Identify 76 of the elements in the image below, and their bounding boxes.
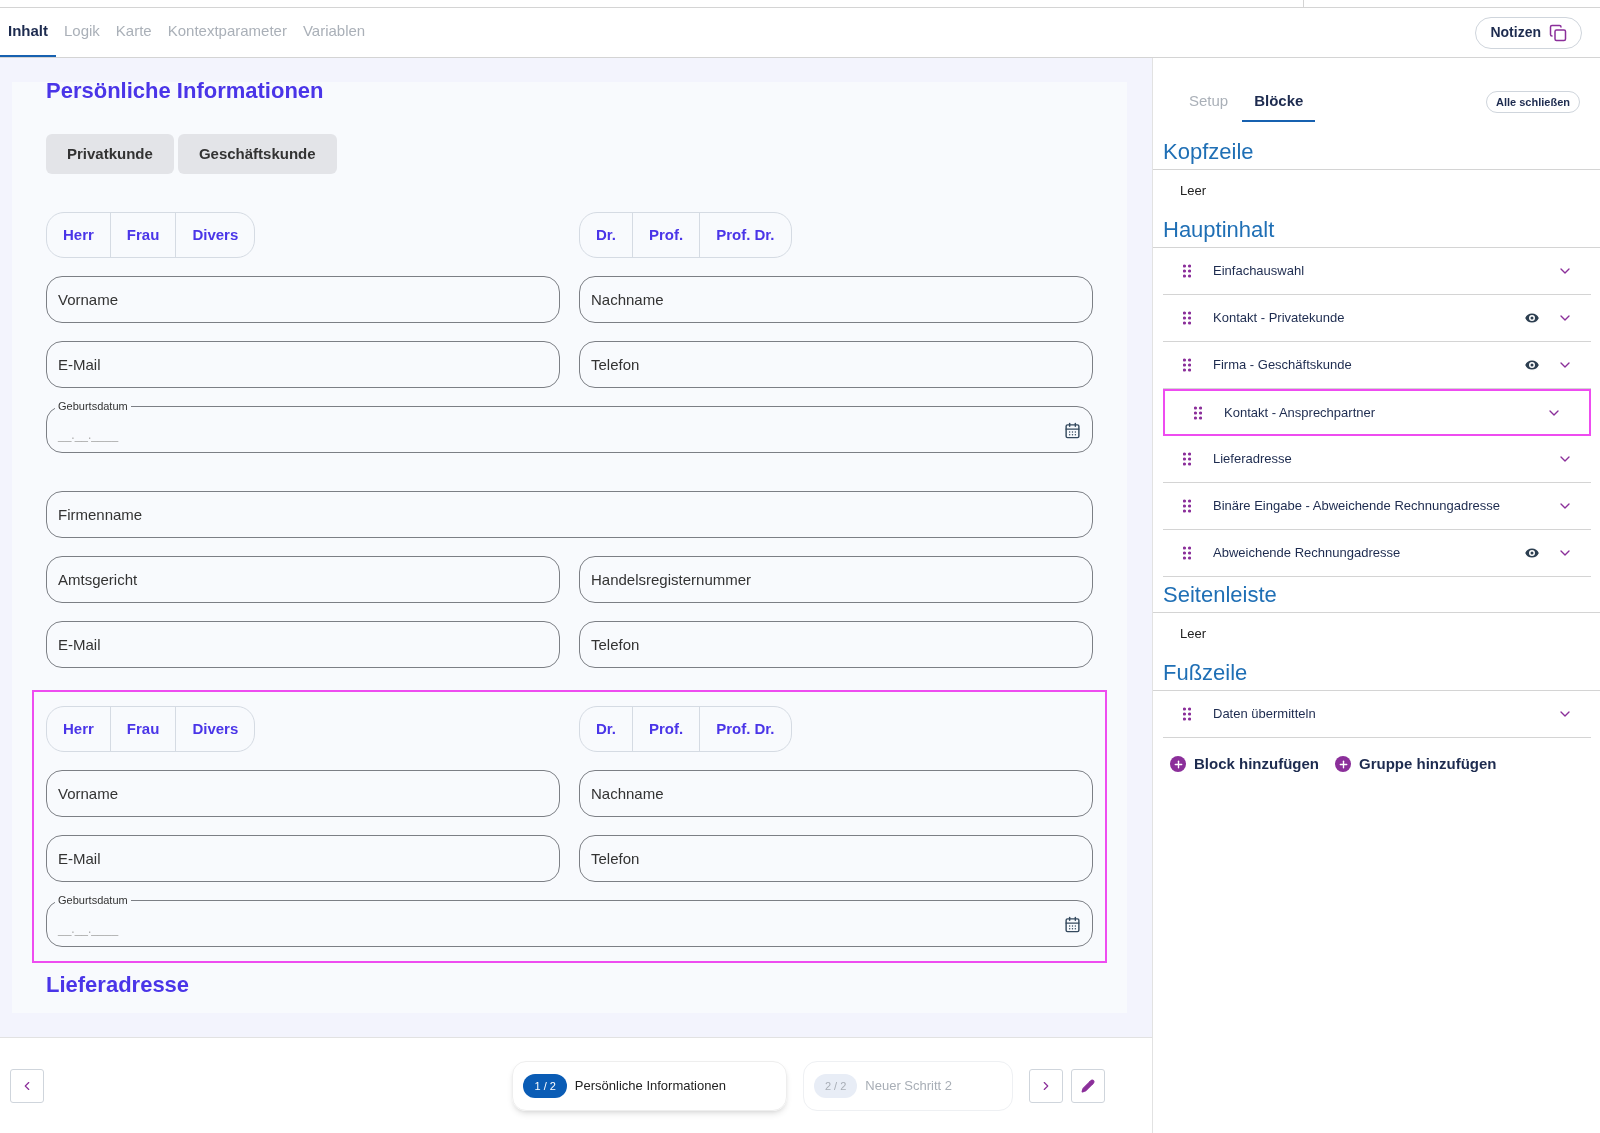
- drag-handle-icon[interactable]: [1183, 499, 1191, 513]
- plus-icon: [1335, 756, 1351, 773]
- toggle-option[interactable]: Herr: [47, 213, 110, 257]
- toggle-option[interactable]: Divers: [175, 707, 255, 751]
- toggle-option[interactable]: Divers: [175, 213, 255, 257]
- block-label: Binäre Eingabe - Abweichende Rechnungadresse: [1213, 497, 1501, 516]
- toggle-option[interactable]: Frau: [109, 213, 176, 257]
- section-title: Fußzeile: [1153, 655, 1600, 691]
- text-field[interactable]: Vorname: [46, 276, 560, 323]
- toggle-option[interactable]: Frau: [109, 707, 176, 751]
- drag-handle-icon[interactable]: [1183, 452, 1191, 466]
- text-field[interactable]: Nachname: [579, 770, 1093, 817]
- copy-icon: [1549, 23, 1567, 42]
- step-number: 2 / 2: [813, 1073, 858, 1098]
- text-field[interactable]: Vorname: [46, 770, 560, 817]
- section-title: Seitenleiste: [1153, 577, 1600, 613]
- step-number: 1 / 2: [523, 1073, 567, 1098]
- drag-handle-icon[interactable]: [1183, 546, 1191, 560]
- calendar-icon[interactable]: [1064, 422, 1081, 439]
- block-label: Firma - Geschäftskunde: [1213, 356, 1353, 375]
- block-item[interactable]: Abweichende Rechnungadresse: [1163, 530, 1591, 577]
- drag-handle-icon[interactable]: [1194, 405, 1202, 420]
- text-field[interactable]: Telefon: [579, 835, 1093, 882]
- toggle-option[interactable]: Prof. Dr.: [699, 707, 791, 751]
- block-label: Lieferadresse: [1213, 450, 1293, 469]
- block-item[interactable]: Binäre Eingabe - Abweichende Rechnungadresse: [1163, 483, 1591, 530]
- panel-tab[interactable]: Blöcke: [1242, 82, 1316, 122]
- section-heading: Lieferadresse: [46, 973, 191, 997]
- date-placeholder: __.__.____: [58, 428, 119, 442]
- pencil-icon: [1081, 1078, 1095, 1093]
- add-button[interactable]: Block hinzufügen: [1170, 753, 1319, 776]
- field-label: Geburtsdatum: [55, 893, 131, 907]
- text-field[interactable]: Telefon: [579, 621, 1093, 668]
- block-item[interactable]: Kontakt - Ansprechpartner: [1163, 389, 1591, 436]
- drag-handle-icon[interactable]: [1183, 311, 1191, 325]
- block-item[interactable]: Daten übermitteln: [1163, 691, 1591, 738]
- drag-handle-icon[interactable]: [1183, 358, 1191, 372]
- empty-text: Leer: [1179, 182, 1208, 200]
- text-field[interactable]: Firmenname: [46, 491, 1093, 538]
- text-field[interactable]: E-Mail: [46, 835, 560, 882]
- plus-icon: [1170, 756, 1186, 773]
- block-item[interactable]: Lieferadresse: [1163, 436, 1591, 483]
- calendar-icon[interactable]: [1064, 916, 1081, 933]
- text-field[interactable]: Nachname: [579, 276, 1093, 323]
- block-item[interactable]: Kontakt - Privatekunde: [1163, 295, 1591, 342]
- form-title: Persönliche Informationen: [46, 82, 325, 104]
- step-pill[interactable]: 1 / 2 Persönliche Informationen: [512, 1060, 787, 1111]
- edit-button[interactable]: [1071, 1068, 1105, 1103]
- section-title: Hauptinhalt: [1153, 212, 1600, 248]
- toggle-option[interactable]: Prof. Dr.: [699, 213, 791, 257]
- empty-text: Leer: [1179, 625, 1208, 643]
- field-label: Geburtsdatum: [55, 399, 131, 413]
- text-field[interactable]: Amtsgericht: [46, 556, 560, 603]
- block-item[interactable]: Firma - Geschäftskunde: [1163, 342, 1591, 389]
- block-item[interactable]: Einfachauswahl: [1163, 248, 1591, 295]
- drag-handle-icon[interactable]: [1183, 264, 1191, 278]
- block-label: Einfachauswahl: [1213, 262, 1306, 281]
- block-label: Kontakt - Ansprechpartner: [1224, 403, 1377, 422]
- customer-type-button[interactable]: Geschäftskunde: [177, 134, 337, 174]
- customer-type-button[interactable]: Privatkunde: [46, 134, 174, 174]
- block-label: Abweichende Rechnungadresse: [1213, 544, 1402, 563]
- block-label: Kontakt - Privatekunde: [1213, 309, 1346, 328]
- toggle-option[interactable]: Dr.: [580, 707, 632, 751]
- add-button[interactable]: Gruppe hinzufügen: [1335, 753, 1497, 776]
- text-field[interactable]: E-Mail: [46, 621, 560, 668]
- text-field[interactable]: Telefon: [579, 341, 1093, 388]
- date-placeholder: __.__.____: [58, 922, 119, 936]
- toggle-option[interactable]: Dr.: [580, 213, 632, 257]
- block-label: Daten übermitteln: [1213, 705, 1317, 724]
- text-field[interactable]: E-Mail: [46, 341, 560, 388]
- drag-handle-icon[interactable]: [1183, 707, 1191, 721]
- text-field[interactable]: Handelsregisternummer: [579, 556, 1093, 603]
- toggle-option[interactable]: Prof.: [632, 707, 700, 751]
- toggle-option[interactable]: Prof.: [632, 213, 700, 257]
- section-title: Kopfzeile: [1153, 134, 1600, 170]
- toggle-option[interactable]: Herr: [47, 707, 110, 751]
